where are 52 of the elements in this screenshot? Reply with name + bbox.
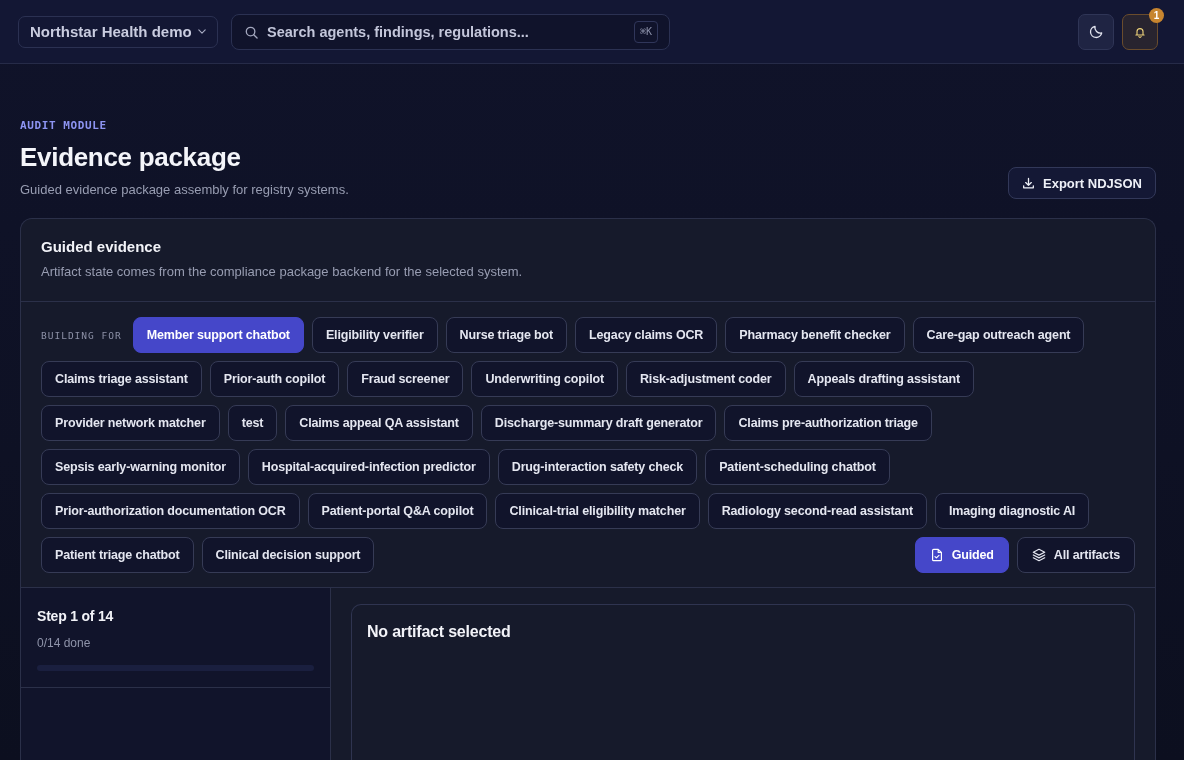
theme-toggle-button[interactable] <box>1078 13 1114 50</box>
download-icon <box>1022 176 1036 190</box>
file-check-icon <box>929 548 944 562</box>
layers-icon <box>1031 548 1046 562</box>
system-chip[interactable]: Provider network matcher <box>41 405 220 441</box>
notifications-button[interactable] <box>1122 13 1158 50</box>
page-title: Evidence package <box>20 141 242 173</box>
view-mode-button[interactable]: All artifacts <box>1016 537 1135 573</box>
system-chip[interactable]: Care-gap outreach agent <box>912 317 1085 353</box>
system-chip[interactable]: Prior-auth copilot <box>209 361 340 397</box>
system-chip[interactable]: Claims appeal QA assistant <box>285 405 473 441</box>
system-chip[interactable]: Prior-authorization documentation OCR <box>41 493 300 529</box>
system-chip[interactable]: Sepsis early-warning monitor <box>41 449 240 485</box>
search-icon <box>245 25 258 39</box>
system-chip[interactable]: Imaging diagnostic AI <box>934 493 1090 529</box>
system-chip[interactable]: Patient triage chatbot <box>41 537 194 573</box>
system-chip[interactable]: Risk-adjustment coder <box>625 361 786 397</box>
moon-icon <box>1088 24 1104 39</box>
system-chip[interactable]: Fraud screener <box>347 361 464 397</box>
panel-title: Guided evidence <box>41 237 163 256</box>
system-chip[interactable]: Nurse triage bot <box>445 317 568 353</box>
page-subtitle: Guided evidence package assembly for registry systems. <box>20 181 349 199</box>
system-chip[interactable]: Patient-portal Q&A copilot <box>307 493 488 529</box>
system-chip[interactable]: Clinical-trial eligibility matcher <box>495 493 700 529</box>
system-chip[interactable]: Radiology second-read assistant <box>707 493 927 529</box>
bell-icon <box>1134 25 1146 38</box>
system-chip[interactable]: Claims pre-authorization triage <box>724 405 932 441</box>
section-eyebrow: AUDIT MODULE <box>20 119 108 133</box>
export-button[interactable]: Export NDJSON <box>1008 167 1156 199</box>
building-for-label: BUILDING FOR <box>41 329 122 341</box>
system-chip[interactable]: Eligibility verifier <box>311 317 438 353</box>
system-chip[interactable]: Drug-interaction safety check <box>497 449 698 485</box>
notification-badge: 1 <box>1149 7 1164 23</box>
step-progress-text: 0/14 done <box>37 635 92 651</box>
system-chip[interactable]: Patient-scheduling chatbot <box>705 449 890 485</box>
system-chip[interactable]: Claims triage assistant <box>41 361 202 397</box>
system-chip[interactable]: Clinical decision support <box>201 537 375 573</box>
system-chip[interactable]: Pharmacy benefit checker <box>725 317 905 353</box>
detail-title: No artifact selected <box>367 622 512 642</box>
system-chip[interactable]: Member support chatbot <box>132 317 304 353</box>
system-chip[interactable]: Legacy claims OCR <box>575 317 718 353</box>
system-chip[interactable]: Hospital-acquired-infection predictor <box>247 449 490 485</box>
workspace-selector[interactable]: Northstar Health demo <box>18 15 218 48</box>
system-chip[interactable]: Underwriting copilot <box>471 361 618 397</box>
system-chip[interactable]: Discharge-summary draft generator <box>480 405 717 441</box>
panel-description: Artifact state comes from the compliance package backend for the selected system. <box>41 263 524 281</box>
system-chip[interactable]: test <box>227 405 278 441</box>
view-mode-button[interactable]: Guided <box>914 537 1009 573</box>
step-title: Step 1 of 14 <box>37 607 115 625</box>
system-chip[interactable]: Appeals drafting assistant <box>793 361 974 397</box>
shortcut-hint: ⌘K <box>633 20 658 43</box>
chevron-down-icon <box>198 29 206 34</box>
